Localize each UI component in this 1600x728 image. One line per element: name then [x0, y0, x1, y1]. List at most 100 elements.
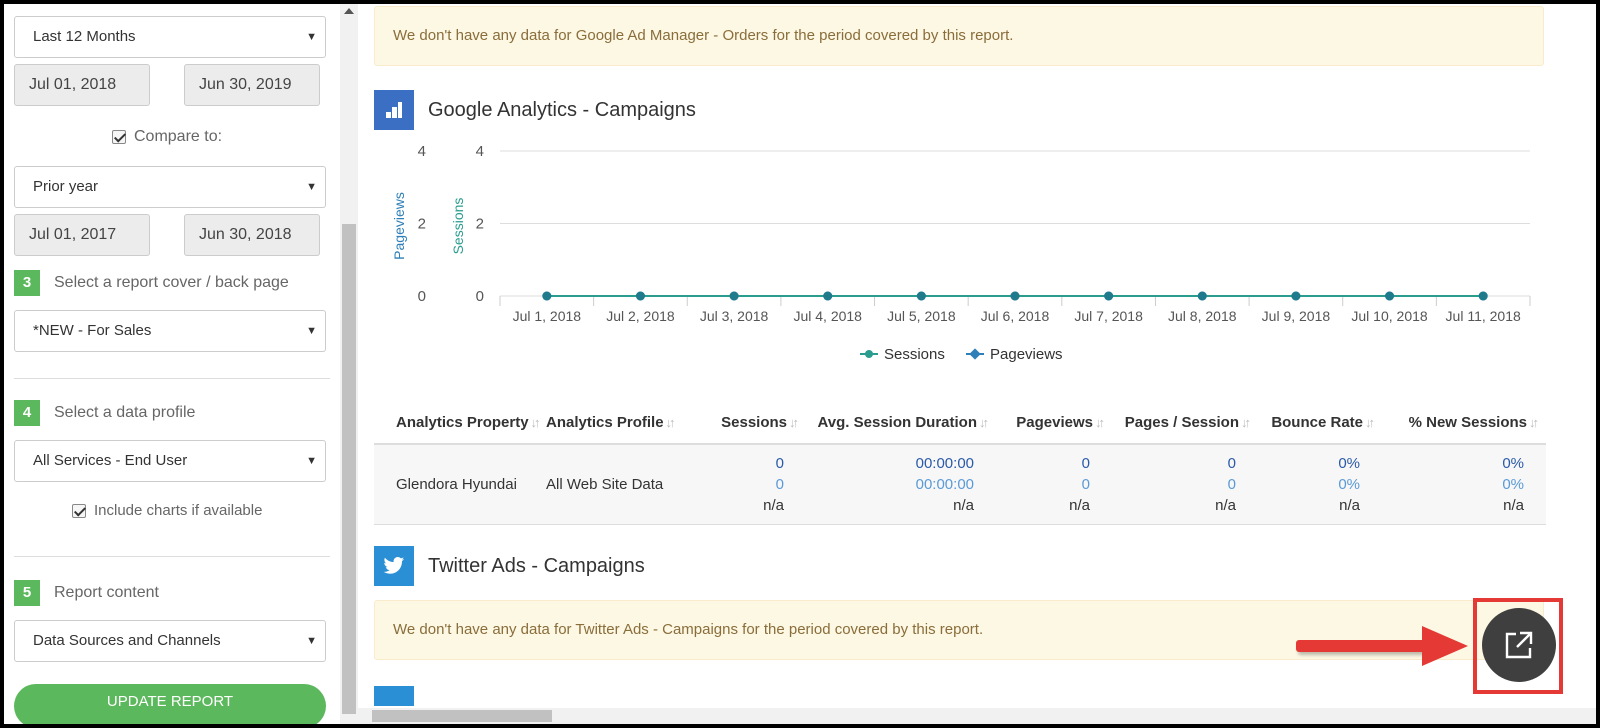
step-number: 3	[14, 270, 40, 296]
table-row: Glendora Hyundai All Web Site Data 0 0 n/a…	[374, 444, 1546, 525]
x-tick-label: Jul 2, 2018	[606, 308, 675, 324]
chart-svg: 0 2 4 0 2 4 Pageviews Sessions Jul 1, 2018 Ju…	[391, 143, 1531, 363]
table-header-row: Analytics Property ↓↑ Analytics Profile ↓↑…	[374, 402, 1546, 445]
data-point-sessions	[542, 291, 552, 301]
period-select-value: Last 12 Months	[33, 28, 136, 45]
app-window: Last 12 Months ▼ Jul 01, 2018 Jun 30, 20…	[4, 4, 1596, 724]
include-charts-label: Include charts if available	[94, 502, 263, 519]
sidebar-scrollbar[interactable]	[340, 4, 358, 724]
cell-pages-per-session: 0 0 n/a	[1112, 444, 1258, 525]
cell-sessions: 0 0 n/a	[706, 444, 806, 525]
col-header[interactable]: Analytics Property ↓↑	[374, 402, 546, 445]
compare-select[interactable]: Prior year ▼	[14, 166, 326, 208]
step-5-header: 5 Report content	[14, 580, 159, 606]
include-charts-checkbox[interactable]	[72, 503, 86, 518]
col-header[interactable]: Sessions ↓↑	[706, 402, 806, 445]
col-header[interactable]: % New Sessions ↓↑	[1382, 402, 1546, 445]
data-profile-select[interactable]: All Services - End User ▼	[14, 440, 326, 482]
col-header[interactable]: Pageviews ↓↑	[996, 402, 1112, 445]
step-number: 5	[14, 580, 40, 606]
data-point-sessions	[1291, 291, 1301, 301]
cell-profile: All Web Site Data	[546, 444, 706, 525]
data-point-sessions	[823, 291, 833, 301]
include-charts-row: Include charts if available	[72, 502, 262, 519]
compare-select-value: Prior year	[33, 178, 99, 195]
y-tick-label-sessions: 4	[476, 143, 484, 160]
step-3-header: 3 Select a report cover / back page	[14, 270, 289, 296]
step-4-header: 4 Select a data profile	[14, 400, 195, 426]
x-tick-label: Jul 1, 2018	[513, 308, 582, 324]
y-axis-label-sessions: Sessions	[450, 198, 466, 255]
date-start-field[interactable]: Jul 01, 2018	[14, 64, 150, 106]
open-report-button[interactable]	[1482, 608, 1556, 682]
data-point-sessions	[1104, 291, 1114, 301]
no-data-notice-ad-manager: We don't have any data for Google Ad Man…	[374, 6, 1544, 66]
compare-to-checkbox[interactable]	[112, 130, 126, 144]
annotation-arrow	[1296, 640, 1426, 652]
analytics-table: Analytics Property ↓↑ Analytics Profile ↓↑…	[374, 402, 1546, 525]
col-header[interactable]: Avg. Session Duration ↓↑	[806, 402, 996, 445]
update-report-button[interactable]: UPDATE REPORT	[14, 684, 326, 724]
legend-label-sessions: Sessions	[884, 346, 945, 363]
col-header[interactable]: Pages / Session ↓↑	[1112, 402, 1258, 445]
report-content-select[interactable]: Data Sources and Channels ▼	[14, 620, 326, 662]
x-tick-label: Jul 7, 2018	[1074, 308, 1143, 324]
caret-down-icon: ▼	[306, 635, 317, 647]
section-title: Twitter Ads - Campaigns	[428, 554, 645, 577]
legend-swatch-marker	[865, 350, 873, 358]
next-section-icon	[374, 686, 414, 706]
cell-duration: 00:00:00 00:00:00 n/a	[806, 444, 996, 525]
scroll-up-icon[interactable]	[344, 8, 354, 14]
divider	[14, 556, 330, 557]
y-tick-label-pageviews: 2	[418, 216, 426, 233]
y-tick-label-pageviews: 4	[418, 143, 426, 160]
x-tick-label: Jul 4, 2018	[793, 308, 862, 324]
twitter-section-header: Twitter Ads - Campaigns	[374, 546, 645, 586]
legend-label-pageviews: Pageviews	[990, 346, 1063, 363]
data-point-sessions	[1197, 291, 1207, 301]
period-select[interactable]: Last 12 Months ▼	[14, 16, 326, 58]
compare-to-label: Compare to:	[134, 128, 223, 145]
horizontal-scrollbar[interactable]	[358, 708, 1596, 724]
x-tick-label: Jul 9, 2018	[1262, 308, 1331, 324]
date-end-field[interactable]: Jun 30, 2019	[184, 64, 320, 106]
scrollbar-thumb[interactable]	[372, 710, 552, 722]
y-axis-label-pageviews: Pageviews	[391, 192, 407, 260]
caret-down-icon: ▼	[306, 325, 317, 337]
x-tick-label: Jul 10, 2018	[1351, 308, 1427, 324]
scrollbar-thumb[interactable]	[342, 224, 356, 714]
y-tick-label-pageviews: 0	[418, 288, 426, 305]
cell-pageviews: 0 0 n/a	[996, 444, 1112, 525]
caret-down-icon: ▼	[306, 455, 317, 467]
step-label: Report content	[54, 584, 159, 601]
cell-new-sessions: 0% 0% n/a	[1382, 444, 1546, 525]
data-profile-select-value: All Services - End User	[33, 452, 188, 469]
data-point-sessions	[729, 291, 739, 301]
x-tick-label: Jul 3, 2018	[700, 308, 769, 324]
annotation-arrow-head	[1422, 626, 1468, 666]
col-header[interactable]: Analytics Profile ↓↑	[546, 402, 706, 445]
data-point-sessions	[916, 291, 926, 301]
cover-page-select[interactable]: *NEW - For Sales ▼	[14, 310, 326, 352]
step-number: 4	[14, 400, 40, 426]
y-tick-label-sessions: 2	[476, 216, 484, 233]
ga-section-header: Google Analytics - Campaigns	[374, 90, 696, 130]
section-title: Google Analytics - Campaigns	[428, 98, 696, 121]
cell-bounce-rate: 0% 0% n/a	[1258, 444, 1382, 525]
compare-end-field[interactable]: Jun 30, 2018	[184, 214, 320, 256]
compare-to-row: Compare to:	[112, 128, 222, 146]
caret-down-icon: ▼	[306, 31, 317, 43]
col-header[interactable]: Bounce Rate ↓↑	[1258, 402, 1382, 445]
bar-chart-icon	[374, 90, 414, 130]
report-settings-sidebar: Last 12 Months ▼ Jul 01, 2018 Jun 30, 20…	[4, 4, 340, 724]
legend-swatch-marker	[969, 348, 981, 360]
data-point-sessions	[635, 291, 645, 301]
step-label: Select a report cover / back page	[54, 274, 289, 291]
x-tick-label: Jul 11, 2018	[1446, 308, 1521, 324]
compare-start-field[interactable]: Jul 01, 2017	[14, 214, 150, 256]
data-point-sessions	[1385, 291, 1395, 301]
twitter-icon	[374, 546, 414, 586]
y-tick-label-sessions: 0	[476, 288, 484, 305]
cover-page-select-value: *NEW - For Sales	[33, 322, 152, 339]
data-point-sessions	[1478, 291, 1488, 301]
